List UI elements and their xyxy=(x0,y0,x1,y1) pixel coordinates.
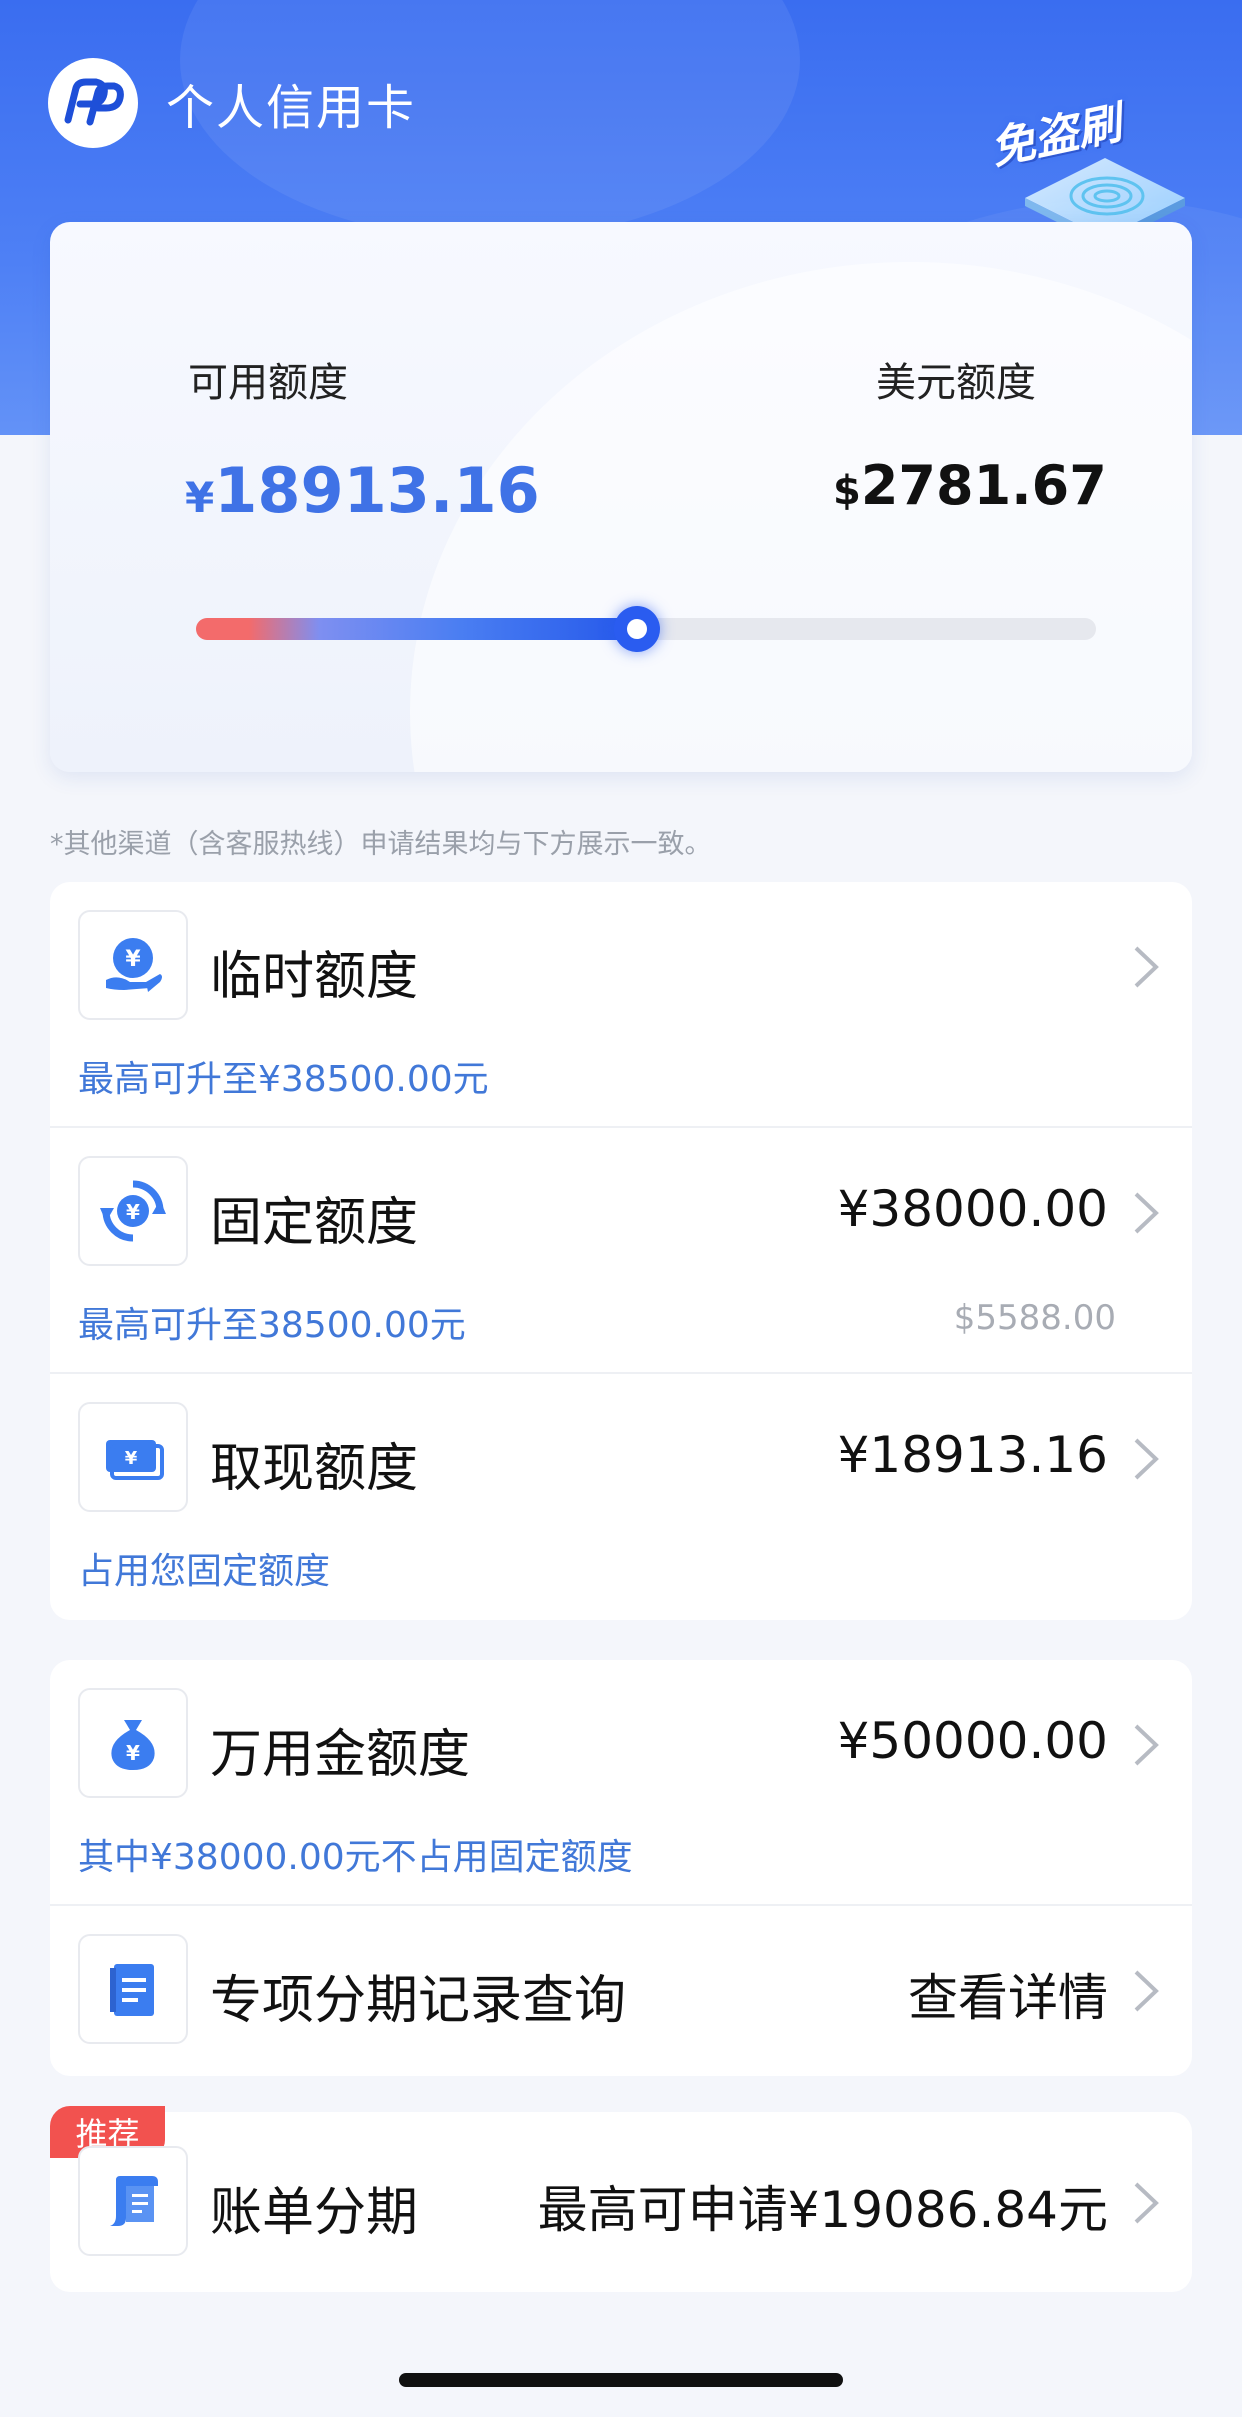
chevron-right-icon xyxy=(1134,946,1159,988)
temporary-limit-title: 临时额度 xyxy=(210,947,419,1007)
universal-fund-value: ¥50000.00 xyxy=(837,1712,1108,1770)
chevron-right-icon xyxy=(1134,1970,1159,2012)
usd-available-amount: $2781.67 xyxy=(833,454,1107,517)
cny-currency-symbol: ¥ xyxy=(185,473,215,522)
list-item-cash-limit[interactable]: ¥ 取现额度 ¥18913.16 占用您固定额度 xyxy=(50,1374,1192,1620)
bank-logo-icon xyxy=(48,58,138,148)
limit-usage-knob xyxy=(614,606,660,652)
bill-scroll-icon xyxy=(78,2146,188,2256)
universal-fund-title: 万用金额度 xyxy=(210,1725,471,1785)
chevron-right-icon xyxy=(1134,2182,1159,2224)
list-item-installment-records[interactable]: 专项分期记录查询 查看详情 xyxy=(50,1906,1192,2076)
home-indicator[interactable] xyxy=(399,2373,843,2387)
cash-limit-subtext: 占用您固定额度 xyxy=(78,1551,331,1592)
cny-limit-label: 可用额度 xyxy=(188,360,348,406)
svg-text:¥: ¥ xyxy=(125,1448,138,1469)
cash-limit-title: 取现额度 xyxy=(210,1439,419,1499)
temporary-limit-subtext: 最高可升至¥38500.00元 xyxy=(78,1059,489,1100)
installment-records-link[interactable]: 查看详情 xyxy=(908,1958,1108,2030)
usd-limit-label: 美元额度 xyxy=(876,360,1036,406)
universal-fund-subtext: 其中¥38000.00元不占用固定额度 xyxy=(78,1837,633,1878)
svg-text:¥: ¥ xyxy=(126,1741,140,1765)
chevron-right-icon xyxy=(1134,1724,1159,1766)
svg-text:¥: ¥ xyxy=(126,1200,140,1224)
list-item-universal-fund[interactable]: ¥ 万用金额度 ¥50000.00 其中¥38000.00元不占用固定额度 xyxy=(50,1660,1192,1906)
money-bag-icon: ¥ xyxy=(78,1688,188,1798)
chevron-right-icon xyxy=(1134,1192,1159,1234)
chevron-right-icon xyxy=(1134,1438,1159,1480)
bill-installment-value: 最高可申请¥19086.84元 xyxy=(537,2181,1108,2239)
credit-limit-card: 可用额度 美元额度 ¥18913.16 $2781.67 xyxy=(50,222,1192,772)
svg-text:¥: ¥ xyxy=(125,947,141,972)
loan-list-card: ¥ 万用金额度 ¥50000.00 其中¥38000.00元不占用固定额度 专项… xyxy=(50,1660,1192,2076)
cash-limit-value: ¥18913.16 xyxy=(837,1426,1108,1484)
page-title: 个人信用卡 xyxy=(166,80,417,136)
fixed-limit-value: ¥38000.00 xyxy=(837,1180,1108,1238)
usd-currency-symbol: $ xyxy=(833,468,861,514)
yuan-refresh-icon: ¥ xyxy=(78,1156,188,1266)
cny-amount-value: 18913.16 xyxy=(214,454,540,527)
usd-amount-value: 2781.67 xyxy=(860,454,1107,517)
bill-installment-card[interactable]: 推荐 账单分期 最高可申请¥19086.84元 xyxy=(50,2106,1192,2292)
hand-yuan-icon: ¥ xyxy=(78,910,188,1020)
document-list-icon xyxy=(78,1934,188,2044)
installment-records-title: 专项分期记录查询 xyxy=(210,1971,627,2031)
notice-text: *其他渠道（含客服热线）申请结果均与下方展示一致。 xyxy=(50,829,712,860)
fixed-limit-subtext: 最高可升至38500.00元 xyxy=(78,1305,466,1346)
bill-installment-title: 账单分期 xyxy=(210,2183,419,2243)
limit-usage-fill xyxy=(196,618,637,640)
cny-available-amount: ¥18913.16 xyxy=(185,454,540,527)
top-bar: 个人信用卡 xyxy=(48,58,416,148)
limit-list-card: ¥ 临时额度 最高可升至¥38500.00元 ¥ 固定额度 ¥38000.00 … xyxy=(50,882,1192,1620)
banknote-icon: ¥ xyxy=(78,1402,188,1512)
fixed-limit-usd-value: $5588.00 xyxy=(953,1298,1116,1338)
fixed-limit-title: 固定额度 xyxy=(210,1193,419,1253)
limit-usage-bar xyxy=(196,606,1096,652)
list-item-fixed-limit[interactable]: ¥ 固定额度 ¥38000.00 最高可升至38500.00元 $5588.00 xyxy=(50,1128,1192,1374)
list-item-temporary-limit[interactable]: ¥ 临时额度 最高可升至¥38500.00元 xyxy=(50,882,1192,1128)
